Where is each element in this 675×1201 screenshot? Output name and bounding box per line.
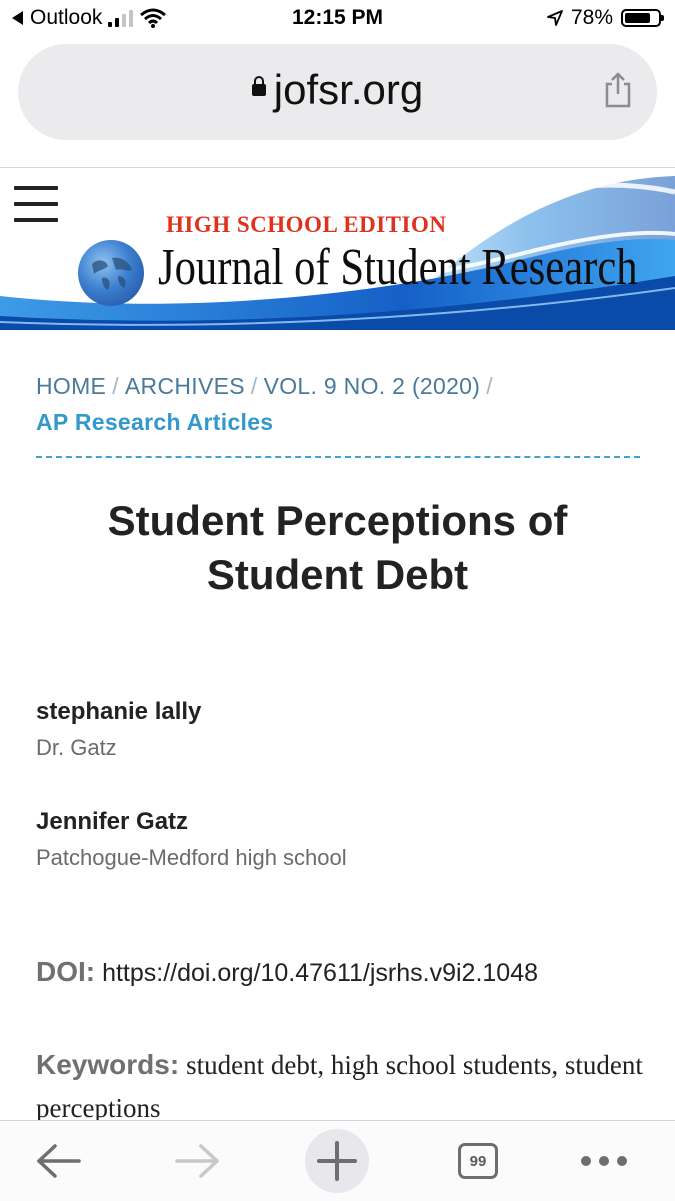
author-name: stephanie lally [36, 698, 202, 725]
section-divider [36, 456, 640, 458]
forward-arrow-icon [175, 1144, 219, 1178]
status-bar: Outlook 12:15 PM 78% [0, 0, 675, 38]
author-name: Jennifer Gatz [36, 808, 189, 835]
author-affiliation: Dr. Gatz [36, 735, 117, 760]
share-icon[interactable] [603, 72, 633, 108]
keywords-row: Keywords: student debt, high school stud… [36, 1044, 646, 1130]
lock-icon [251, 76, 266, 96]
battery-percent: 78% [570, 6, 613, 29]
battery-level [625, 13, 650, 23]
banner-journal-name: Journal of Student Research [158, 239, 638, 296]
tab-count: 99 [469, 1152, 487, 1170]
location-icon [547, 10, 563, 26]
url-text: jofsr.org [273, 66, 424, 113]
back-arrow-icon [37, 1144, 81, 1178]
keywords-label: Keywords: [36, 1049, 180, 1080]
breadcrumb: HOME / ARCHIVES / VOL. 9 NO. 2 (2020) / AP Re… [36, 373, 493, 435]
journal-banner: HIGH SCHOOL EDITION Journal of Student R… [0, 168, 675, 330]
more-dots-icon[interactable] [574, 1121, 634, 1201]
breadcrumb-current: AP Research Articles [36, 409, 274, 435]
banner-edition: HIGH SCHOOL EDITION [166, 212, 447, 237]
hamburger-menu-icon[interactable] [14, 186, 58, 222]
author-affiliation: Patchogue-Medford high school [36, 845, 347, 870]
doi-link[interactable]: https://doi.org/10.47611/jsrhs.v9i2.1048 [102, 959, 538, 987]
address-bar[interactable]: jofsr.org [18, 44, 657, 140]
battery-icon [621, 9, 664, 27]
browser-toolbar: 99 [0, 1120, 675, 1201]
new-tab-button[interactable] [305, 1121, 369, 1201]
article-title: Student Perceptions of Student Debt [107, 497, 568, 598]
tabs-icon: 99 [458, 1143, 498, 1179]
breadcrumb-volume[interactable]: VOL. 9 NO. 2 (2020) [264, 373, 481, 399]
doi-label: DOI: [36, 956, 96, 987]
forward-button[interactable] [170, 1121, 226, 1201]
globe-logo [78, 240, 144, 306]
doi-row: DOI: https://doi.org/10.47611/jsrhs.v9i2… [36, 956, 538, 988]
back-button[interactable] [30, 1121, 86, 1201]
breadcrumb-archives[interactable]: ARCHIVES [125, 373, 245, 399]
new-tab-plus-icon [305, 1129, 369, 1193]
breadcrumb-home[interactable]: HOME [36, 373, 106, 399]
tabs-button[interactable]: 99 [455, 1121, 501, 1201]
